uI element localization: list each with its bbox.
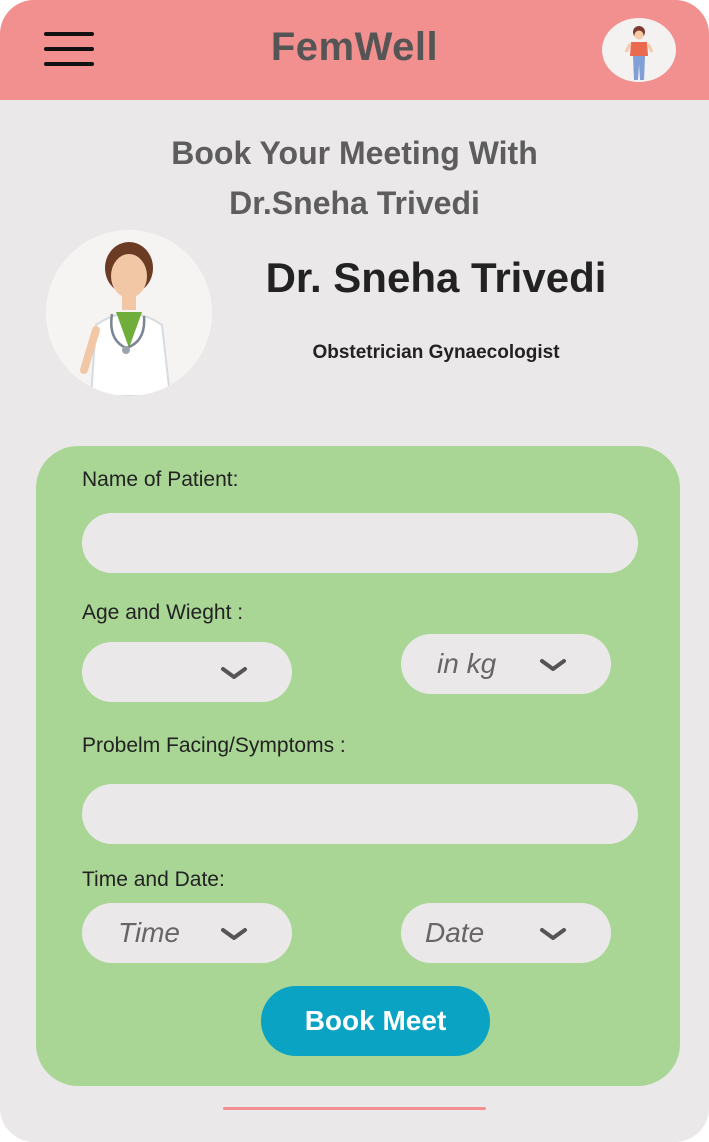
- age-weight-label: Age and Wieght :: [82, 601, 244, 624]
- date-select[interactable]: Date: [401, 903, 611, 963]
- doctor-specialty: Obstetrician Gynaecologist: [312, 342, 560, 363]
- app-screen: FemWell Book Your Meeting With Dr.Sneha …: [0, 0, 709, 1142]
- time-date-label: Time and Date:: [82, 868, 225, 891]
- date-placeholder: Date: [425, 917, 485, 948]
- chevron-down-icon: [221, 928, 247, 940]
- home-indicator: [223, 1107, 486, 1110]
- book-meet-button[interactable]: Book Meet: [261, 986, 490, 1056]
- patient-name-label: Name of Patient:: [82, 468, 239, 491]
- weight-placeholder: in kg: [437, 648, 497, 679]
- heading-line-2: Dr.Sneha Trivedi: [229, 185, 480, 221]
- time-select[interactable]: Time: [82, 903, 292, 963]
- doctor-name: Dr. Sneha Trivedi: [265, 254, 607, 301]
- user-avatar-icon[interactable]: [602, 18, 676, 82]
- weight-select[interactable]: in kg: [401, 634, 611, 694]
- chevron-down-icon: [221, 667, 247, 679]
- top-bar: FemWell: [0, 0, 709, 100]
- chevron-down-icon: [540, 659, 566, 671]
- symptoms-input[interactable]: [82, 784, 638, 844]
- booking-heading: Book Your Meeting With Dr.Sneha Trivedi: [0, 128, 709, 228]
- symptoms-label: Probelm Facing/Symptoms :: [82, 734, 346, 757]
- age-select[interactable]: [82, 642, 292, 702]
- patient-name-input[interactable]: [82, 513, 638, 573]
- chevron-down-icon: [540, 928, 566, 940]
- booking-form: Name of Patient: Age and Wieght : in kg …: [36, 446, 680, 1086]
- time-placeholder: Time: [118, 917, 180, 948]
- doctor-photo: [46, 230, 212, 396]
- heading-line-1: Book Your Meeting With: [171, 135, 538, 171]
